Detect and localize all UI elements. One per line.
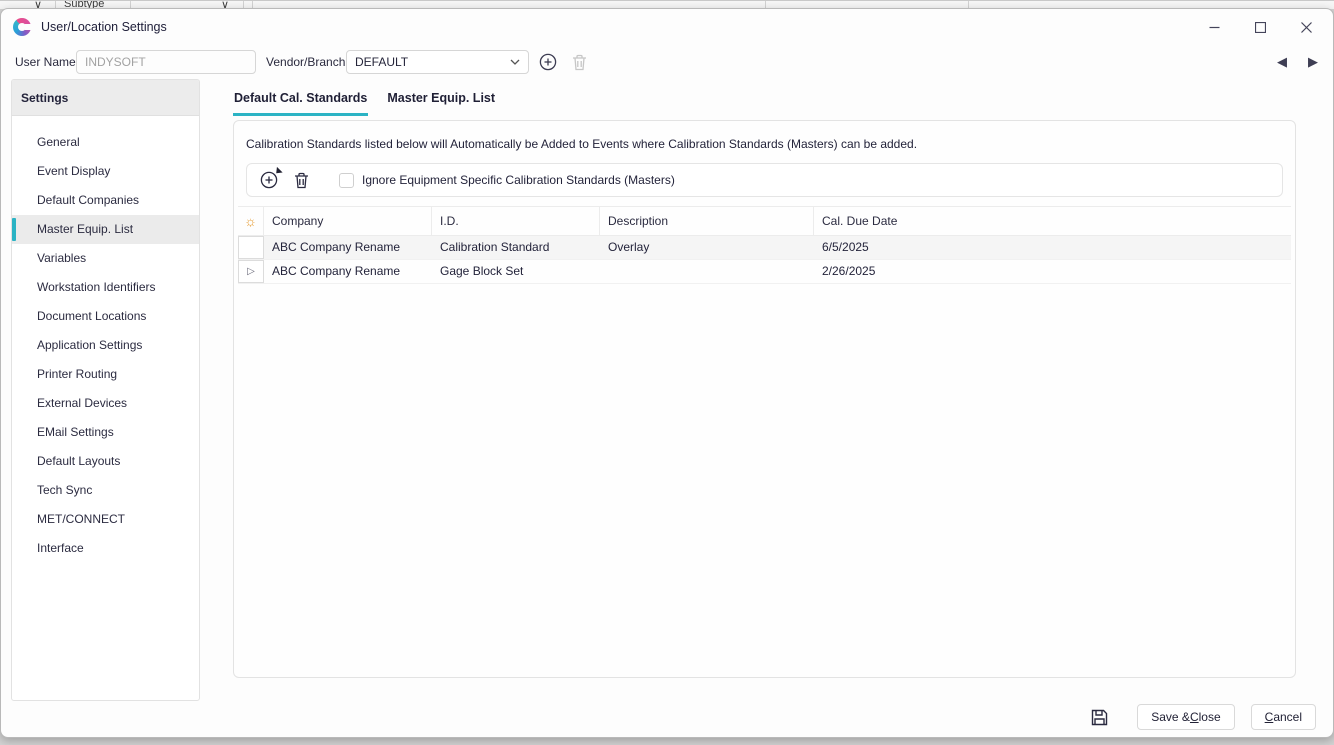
grid-customize-header[interactable]: ☼ — [238, 207, 264, 235]
ignore-equipment-checkbox[interactable] — [339, 173, 354, 188]
standards-grid: ☼ Company I.D. Description Cal. Due Date… — [238, 206, 1291, 284]
fields-row: User Name: Vendor/Branch DEFAULT ◀ ▶ — [1, 45, 1333, 79]
add-standard-button[interactable] — [257, 168, 281, 192]
user-location-settings-dialog: User/Location Settings User Name: Vendor… — [0, 8, 1334, 738]
cell-id: Gage Block Set — [432, 260, 600, 283]
sidebar-header: Settings — [12, 80, 199, 116]
cell-cal-due-date: 2/26/2025 — [814, 260, 1291, 283]
sidebar-item-met-connect[interactable]: MET/CONNECT — [12, 505, 199, 534]
navigate-back-button[interactable]: ◀ — [1277, 45, 1287, 79]
add-vendor-button[interactable] — [537, 51, 559, 73]
save-close-mnemonic: C — [1190, 710, 1199, 724]
sidebar-item-document-locations[interactable]: Document Locations — [12, 302, 199, 331]
close-button[interactable] — [1283, 9, 1329, 45]
chevron-down-icon — [510, 59, 520, 65]
column-header-company[interactable]: Company — [264, 207, 432, 235]
ignore-equipment-checkbox-label: Ignore Equipment Specific Calibration St… — [362, 173, 675, 187]
sidebar-item-tech-sync[interactable]: Tech Sync — [12, 476, 199, 505]
sidebar-item-interface[interactable]: Interface — [12, 534, 199, 563]
title-bar: User/Location Settings — [1, 9, 1333, 45]
sidebar-item-printer-routing[interactable]: Printer Routing — [12, 360, 199, 389]
tab-master-equip-list[interactable]: Master Equip. List — [386, 89, 496, 116]
delete-vendor-button — [568, 51, 590, 73]
column-header-cal-due-date[interactable]: Cal. Due Date — [814, 207, 1291, 235]
cell-description: Overlay — [600, 236, 814, 259]
maximize-button[interactable] — [1237, 9, 1283, 45]
minimize-icon — [1209, 22, 1220, 33]
sidebar-item-default-companies[interactable]: Default Companies — [12, 186, 199, 215]
save-icon[interactable] — [1091, 709, 1108, 726]
grid-header-row: ☼ Company I.D. Description Cal. Due Date — [238, 206, 1291, 236]
app-logo-icon — [13, 18, 31, 36]
cancel-label-rest: ancel — [1273, 710, 1302, 724]
sidebar-items: General Event Display Default Companies … — [12, 128, 199, 563]
table-row[interactable]: ▷ ABC Company Rename Gage Block Set 2/26… — [238, 260, 1291, 284]
add-circle-icon — [539, 53, 557, 71]
close-icon — [1301, 22, 1312, 33]
trash-icon — [294, 172, 309, 189]
cancel-button[interactable]: Cancel — [1251, 704, 1316, 730]
window-controls — [1191, 9, 1329, 45]
sidebar-item-application-settings[interactable]: Application Settings — [12, 331, 199, 360]
row-indicator-cell: ▷ — [238, 260, 264, 283]
sidebar-item-general[interactable]: General — [12, 128, 199, 157]
settings-sidebar: Settings General Event Display Default C… — [11, 79, 200, 701]
user-name-label: User Name: — [15, 45, 79, 79]
save-close-label: Save & — [1151, 710, 1190, 724]
navigate-forward-button[interactable]: ▶ — [1308, 45, 1318, 79]
vendor-branch-select[interactable]: DEFAULT — [346, 50, 529, 74]
save-close-label-rest: lose — [1199, 710, 1221, 724]
cell-company: ABC Company Rename — [264, 260, 432, 283]
cancel-mnemonic: C — [1265, 710, 1274, 724]
vendor-branch-label: Vendor/Branch — [266, 45, 345, 79]
cell-company: ABC Company Rename — [264, 236, 432, 259]
sidebar-item-event-display[interactable]: Event Display — [12, 157, 199, 186]
footer-bar: Save & Close Cancel — [1091, 704, 1316, 730]
sidebar-item-email-settings[interactable]: EMail Settings — [12, 418, 199, 447]
trash-icon — [572, 54, 587, 71]
save-close-button[interactable]: Save & Close — [1137, 704, 1234, 730]
tab-default-cal-standards[interactable]: Default Cal. Standards — [233, 89, 368, 116]
ignore-equipment-checkbox-wrap[interactable]: Ignore Equipment Specific Calibration St… — [339, 173, 675, 188]
sun-icon: ☼ — [244, 214, 257, 228]
add-circle-icon — [260, 171, 278, 189]
window-title: User/Location Settings — [41, 9, 167, 45]
column-header-description[interactable]: Description — [600, 207, 814, 235]
delete-standard-button[interactable] — [289, 168, 313, 192]
sidebar-item-external-devices[interactable]: External Devices — [12, 389, 199, 418]
cell-id: Calibration Standard — [432, 236, 600, 259]
maximize-icon — [1255, 22, 1266, 33]
cell-description — [600, 260, 814, 283]
tab-bar: Default Cal. Standards Master Equip. Lis… — [233, 89, 1296, 116]
row-indicator-icon: ▷ — [247, 260, 255, 283]
minimize-button[interactable] — [1191, 9, 1237, 45]
row-indicator-cell — [238, 236, 264, 259]
info-text: Calibration Standards listed below will … — [246, 137, 1283, 151]
column-header-id[interactable]: I.D. — [432, 207, 600, 235]
sidebar-item-workstation-identifiers[interactable]: Workstation Identifiers — [12, 273, 199, 302]
table-row[interactable]: ABC Company Rename Calibration Standard … — [238, 236, 1291, 260]
sidebar-item-default-layouts[interactable]: Default Layouts — [12, 447, 199, 476]
user-name-field[interactable] — [76, 50, 256, 74]
sidebar-item-master-equip-list[interactable]: Master Equip. List — [12, 215, 199, 244]
vendor-branch-value: DEFAULT — [355, 55, 510, 69]
sidebar-item-variables[interactable]: Variables — [12, 244, 199, 273]
cell-cal-due-date: 6/5/2025 — [814, 236, 1291, 259]
grid-toolbar: Ignore Equipment Specific Calibration St… — [246, 163, 1283, 197]
main-panel: Default Cal. Standards Master Equip. Lis… — [233, 89, 1296, 678]
default-cal-standards-panel: Calibration Standards listed below will … — [233, 120, 1296, 678]
